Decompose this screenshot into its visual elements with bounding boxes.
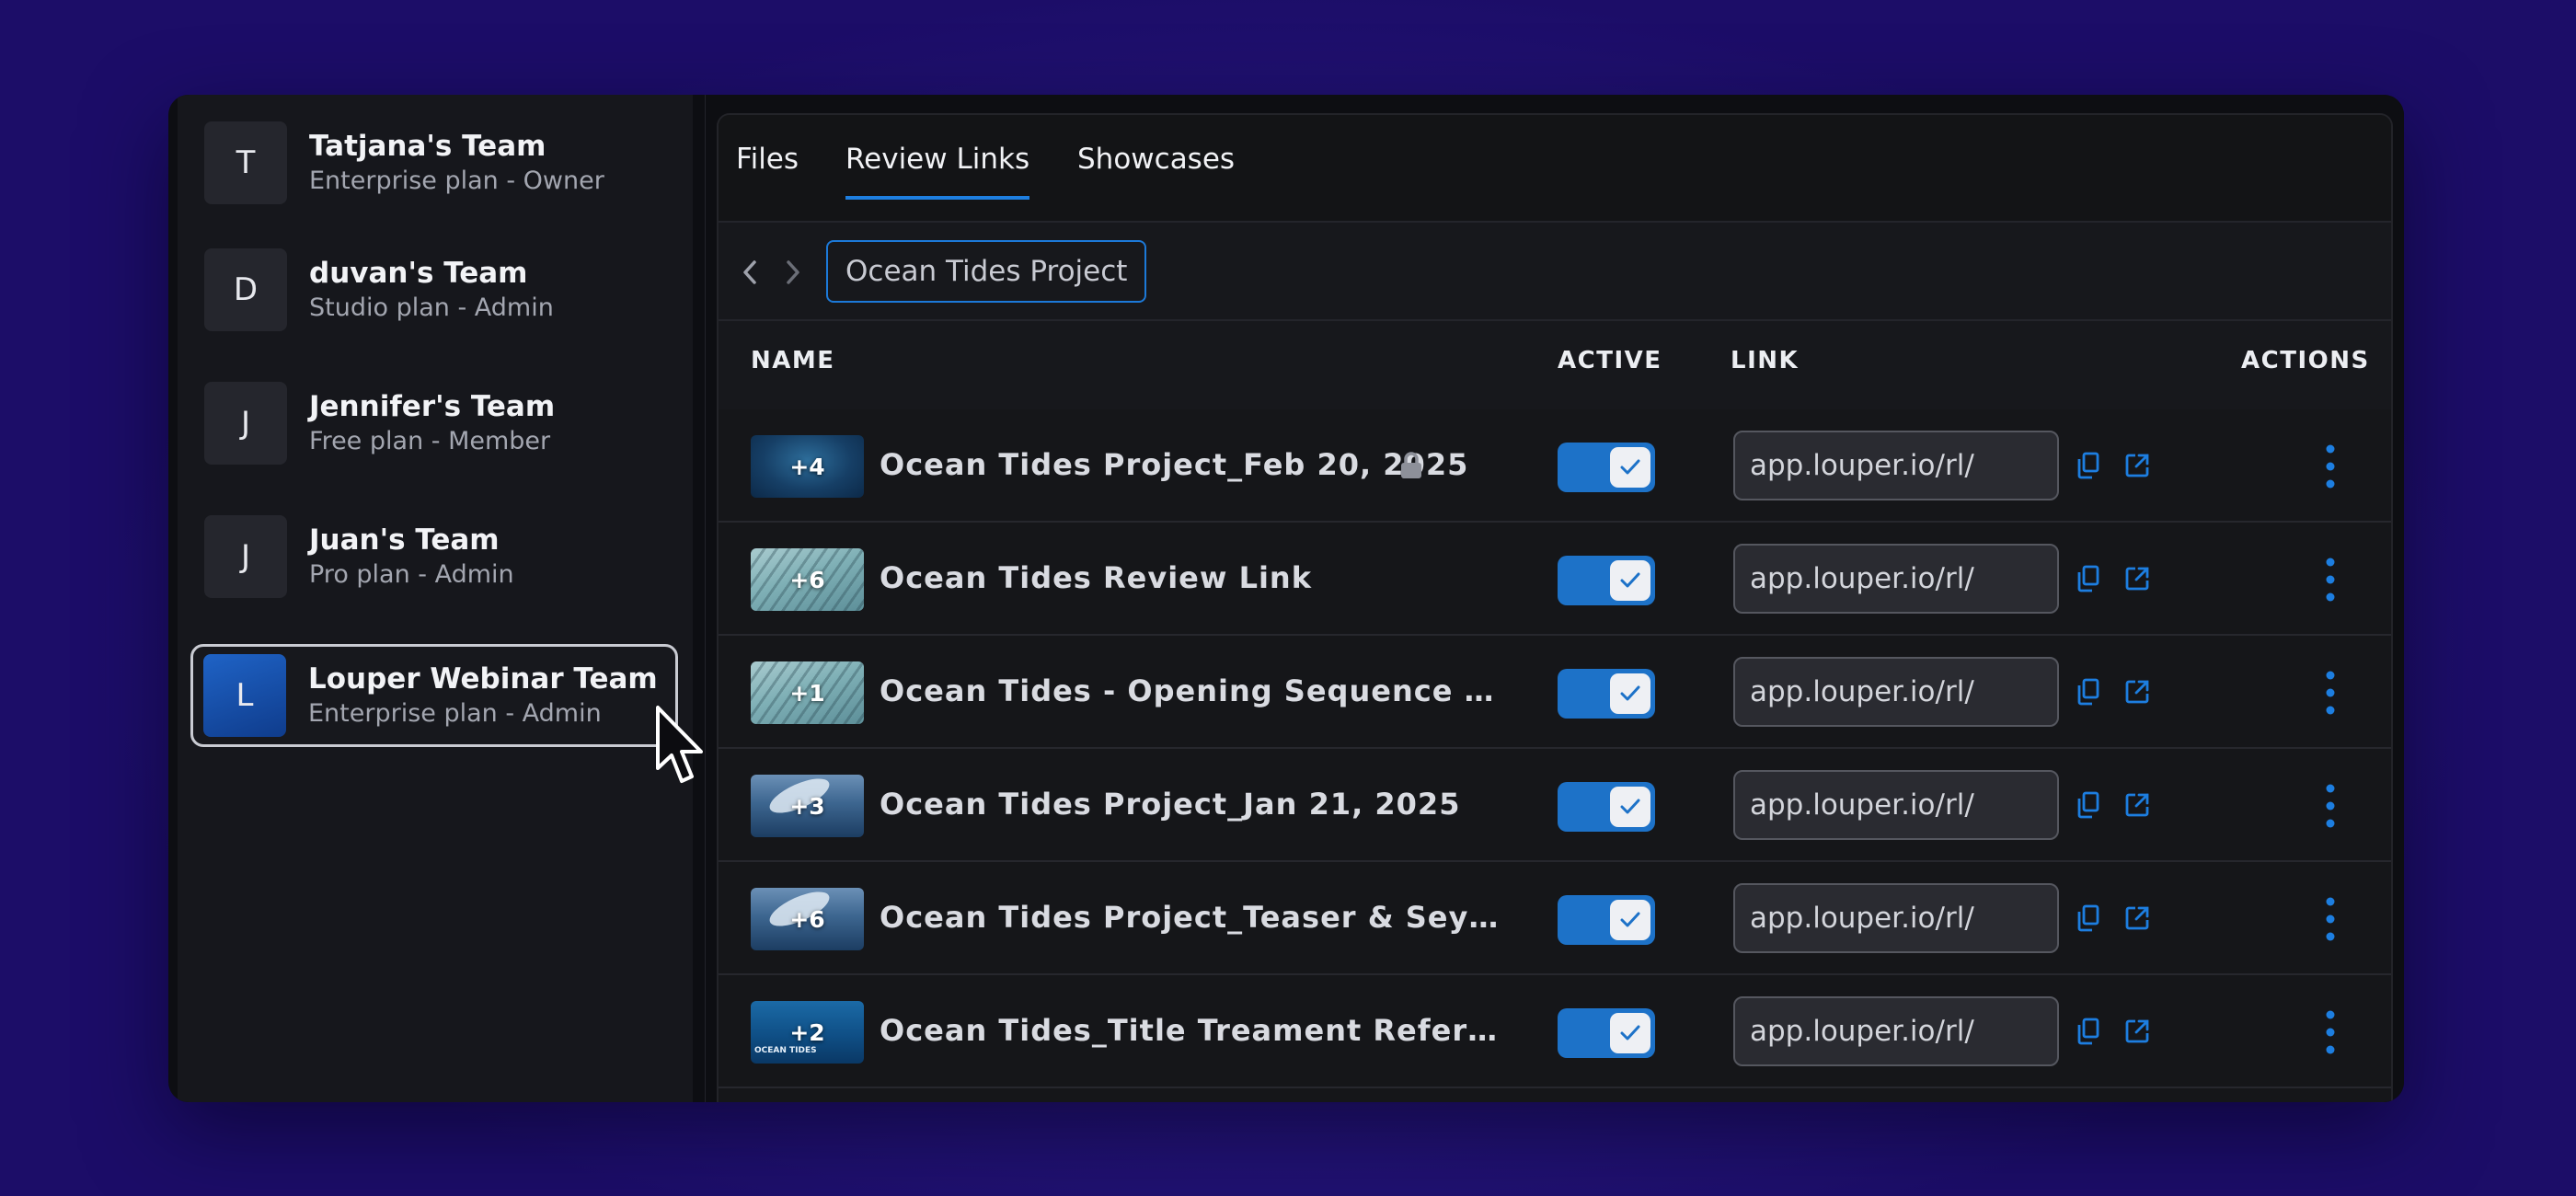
tab-showcases[interactable]: Showcases	[1077, 143, 1235, 196]
file-count-badge: +3	[789, 792, 825, 820]
link-field[interactable]: app.louper.io/rl/	[1733, 770, 2059, 840]
team-avatar: L	[203, 654, 286, 737]
external-link-icon[interactable]	[2123, 563, 2151, 594]
file-count-badge: +6	[789, 905, 825, 933]
team-name: duvan's Team	[309, 257, 528, 290]
team-item[interactable]: D duvan's Team Studio plan - Admin	[192, 238, 676, 341]
more-vertical-icon[interactable]	[2321, 895, 2340, 943]
file-count-badge: +1	[789, 679, 825, 707]
link-field[interactable]: app.louper.io/rl/	[1733, 544, 2059, 614]
copy-icon[interactable]	[2075, 563, 2102, 594]
review-link-name[interactable]: Ocean Tides Project_Jan 21, 2025	[880, 784, 1460, 824]
tab-review-links[interactable]: Review Links	[845, 143, 1030, 200]
team-plan: Enterprise plan - Owner	[309, 167, 604, 195]
link-field[interactable]: app.louper.io/rl/	[1733, 883, 2059, 953]
team-item[interactable]: J Jennifer's Team Free plan - Member	[192, 372, 676, 475]
check-icon	[1610, 787, 1650, 827]
mouse-cursor-icon	[656, 706, 703, 783]
review-link-name[interactable]: Ocean Tides Project_Teaser & Seychel…	[880, 897, 1507, 937]
check-icon	[1610, 447, 1650, 488]
link-field[interactable]: app.louper.io/rl/	[1733, 657, 2059, 727]
review-links-panel: Files Review Links Showcases Ocean Tides…	[717, 113, 2393, 1102]
external-link-icon[interactable]	[2123, 903, 2151, 934]
tab-files[interactable]: Files	[736, 143, 799, 196]
link-field[interactable]: app.louper.io/rl/	[1733, 996, 2059, 1066]
copy-icon[interactable]	[2075, 676, 2102, 707]
team-switcher-sidebar: T Tatjana's Team Enterprise plan - Owner…	[178, 95, 703, 1102]
check-icon	[1610, 673, 1650, 714]
team-name: Jennifer's Team	[309, 390, 556, 423]
team-avatar: D	[204, 248, 287, 331]
external-link-icon[interactable]	[2123, 1016, 2151, 1047]
active-toggle[interactable]	[1558, 556, 1655, 605]
breadcrumb-current[interactable]: Ocean Tides Project	[826, 240, 1147, 303]
column-actions: ACTIONS	[2241, 347, 2370, 374]
column-active: ACTIVE	[1558, 347, 1662, 374]
table-row[interactable]: OCEAN TIDES +2 Ocean Tides_Title Treament…	[719, 975, 2391, 1088]
external-link-icon[interactable]	[2123, 676, 2151, 707]
active-toggle[interactable]	[1558, 443, 1655, 492]
thumbnail: +3	[751, 775, 864, 837]
active-toggle[interactable]	[1558, 782, 1655, 832]
thumbnail: +1	[751, 661, 864, 724]
active-toggle[interactable]	[1558, 895, 1655, 945]
copy-icon[interactable]	[2075, 450, 2102, 481]
main-area: Files Review Links Showcases Ocean Tides…	[705, 95, 2404, 1102]
team-item[interactable]: J Juan's Team Pro plan - Admin	[192, 505, 676, 608]
review-link-name[interactable]: Ocean Tides Review Link	[880, 558, 1312, 598]
team-item-selected[interactable]: L Louper Webinar Team Enterprise plan - …	[190, 644, 678, 747]
active-toggle[interactable]	[1558, 669, 1655, 719]
copy-icon[interactable]	[2075, 903, 2102, 934]
active-toggle[interactable]	[1558, 1008, 1655, 1058]
team-plan: Free plan - Member	[309, 427, 551, 455]
team-avatar: J	[204, 382, 287, 465]
more-vertical-icon[interactable]	[2321, 782, 2340, 830]
team-item[interactable]: T Tatjana's Team Enterprise plan - Owner	[192, 111, 676, 214]
file-count-badge: +6	[789, 566, 825, 593]
table-row[interactable]: +1 Ocean Tides - Opening Sequence _ Ja… …	[719, 636, 2391, 749]
review-link-name[interactable]: Ocean Tides_Title Treament Referenc…	[880, 1010, 1507, 1051]
copy-icon[interactable]	[2075, 1016, 2102, 1047]
table-row[interactable]: +6 Ocean Tides Project_Teaser & Seychel……	[719, 862, 2391, 975]
column-link: LINK	[1731, 347, 1800, 374]
file-count-badge: +2	[789, 1018, 825, 1046]
chevron-right-icon[interactable]	[777, 254, 809, 291]
lock-icon	[1401, 452, 1421, 478]
copy-icon[interactable]	[2075, 789, 2102, 821]
team-avatar: T	[204, 121, 287, 204]
thumbnail: +4	[751, 435, 864, 498]
more-vertical-icon[interactable]	[2321, 443, 2340, 490]
chevron-left-icon[interactable]	[734, 254, 765, 291]
thumbnail: OCEAN TIDES +2	[751, 1001, 864, 1064]
review-link-name[interactable]: Ocean Tides - Opening Sequence _ Ja…	[880, 671, 1507, 711]
team-avatar: J	[204, 515, 287, 598]
check-icon	[1610, 560, 1650, 601]
file-count-badge: +4	[789, 453, 825, 480]
thumbnail-caption: OCEAN TIDES	[754, 1046, 817, 1055]
more-vertical-icon[interactable]	[2321, 1008, 2340, 1056]
team-plan: Pro plan - Admin	[309, 560, 514, 589]
table-row[interactable]: +3 Ocean Tides Project_Jan 21, 2025 app.…	[719, 749, 2391, 862]
more-vertical-icon[interactable]	[2321, 669, 2340, 717]
column-name: NAME	[751, 347, 835, 374]
review-link-name[interactable]: Ocean Tides Project_Feb 20, 2025	[880, 444, 1468, 485]
team-name: Juan's Team	[309, 523, 500, 557]
team-name: Louper Webinar Team	[308, 662, 658, 696]
table-header: NAME ACTIVE LINK ACTIONS	[719, 321, 2391, 409]
app-window: T Tatjana's Team Enterprise plan - Owner…	[168, 95, 2404, 1102]
team-name: Tatjana's Team	[309, 130, 546, 163]
check-icon	[1610, 900, 1650, 940]
thumbnail: +6	[751, 888, 864, 950]
check-icon	[1610, 1013, 1650, 1053]
thumbnail: +6	[751, 548, 864, 611]
external-link-icon[interactable]	[2123, 789, 2151, 821]
external-link-icon[interactable]	[2123, 450, 2151, 481]
more-vertical-icon[interactable]	[2321, 556, 2340, 604]
link-field[interactable]: app.louper.io/rl/	[1733, 431, 2059, 500]
tab-bar: Files Review Links Showcases	[719, 115, 2391, 223]
table-row[interactable]: +6 Ocean Tides Review Link app.louper.io…	[719, 523, 2391, 636]
team-plan: Studio plan - Admin	[309, 293, 554, 322]
table-row[interactable]: +4 Ocean Tides Project_Feb 20, 2025 app.…	[719, 409, 2391, 523]
team-plan: Enterprise plan - Admin	[308, 699, 602, 728]
